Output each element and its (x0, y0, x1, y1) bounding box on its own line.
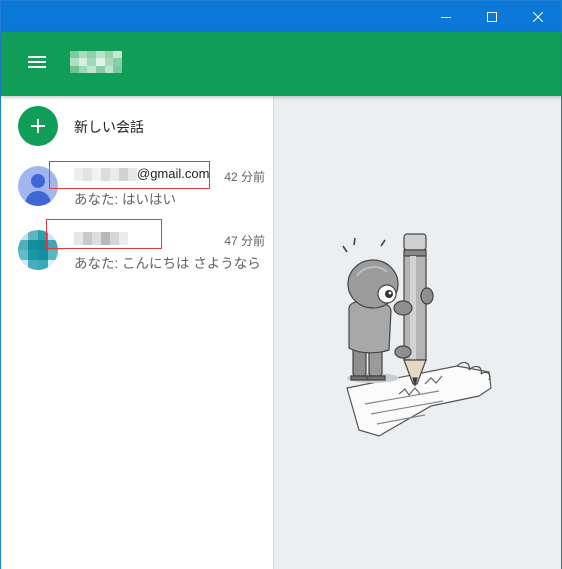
close-button[interactable] (515, 1, 561, 32)
highlight-box (49, 161, 210, 189)
close-icon (533, 11, 543, 22)
conversation-item[interactable]: @gmail.com 42 分前 あなた: はいはい (1, 160, 273, 220)
app-window: 新しい会話 @gmail.com 42 分前 あなた: はいはい 47 分前 あ… (0, 0, 562, 569)
conversation-preview: あなた: こんにちは さようなら (74, 256, 261, 271)
plus-icon (18, 106, 58, 146)
app-title-blurred (70, 51, 122, 73)
ninja-writing-illustration (329, 226, 499, 446)
conversation-preview: あなた: はいはい (74, 192, 177, 207)
conversation-sidebar: 新しい会話 @gmail.com 42 分前 あなた: はいはい 47 分前 あ… (1, 96, 274, 569)
maximize-button[interactable] (469, 1, 515, 32)
menu-button[interactable] (21, 48, 53, 80)
hamburger-menu-icon (28, 55, 46, 74)
highlight-box (46, 219, 162, 249)
new-conversation-button[interactable]: 新しい会話 (1, 96, 273, 156)
app-bar (1, 32, 561, 96)
conversation-time: 47 分前 (224, 234, 265, 248)
minimize-button[interactable] (423, 1, 469, 32)
conversation-content-pane (274, 96, 561, 569)
new-conversation-label: 新しい会話 (74, 119, 144, 135)
minimize-icon (441, 12, 451, 22)
conversation-item[interactable]: 47 分前 あなた: こんにちは さようなら (1, 219, 273, 284)
conversation-time: 42 分前 (224, 170, 265, 184)
maximize-icon (487, 11, 497, 22)
title-bar (1, 1, 561, 32)
